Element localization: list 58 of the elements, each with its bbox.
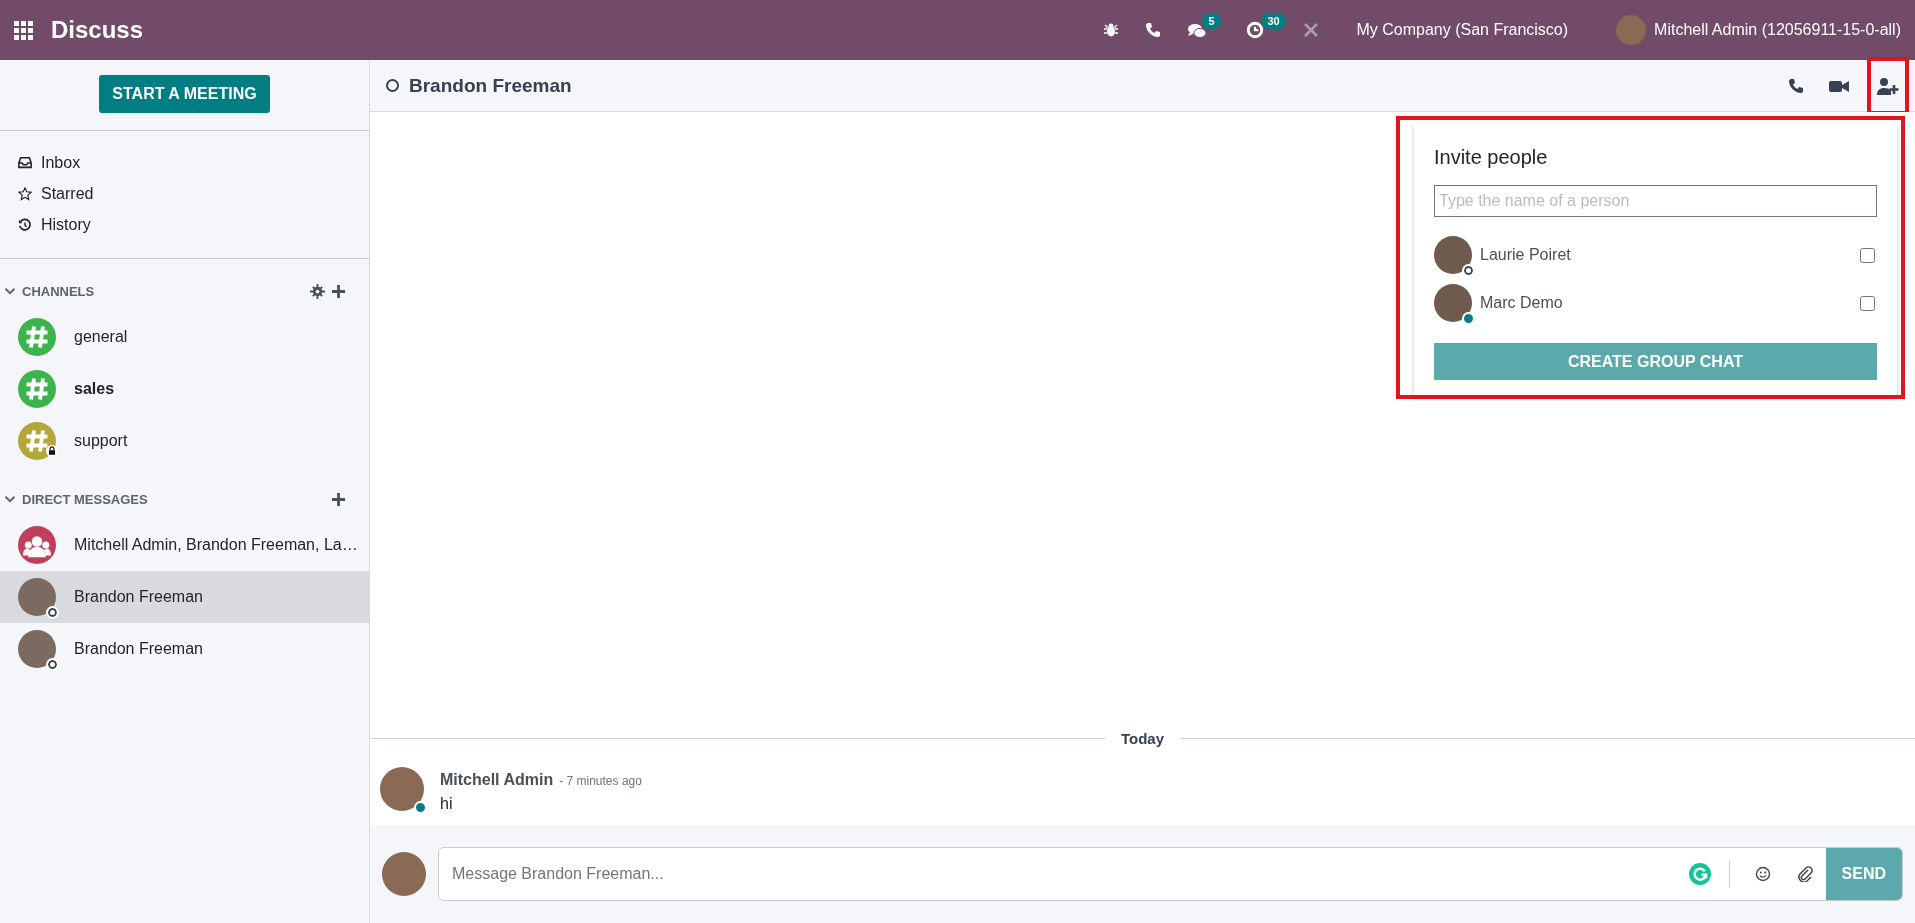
- select-checkbox[interactable]: [1860, 295, 1875, 311]
- company-switcher[interactable]: My Company (San Francisco): [1356, 21, 1569, 39]
- message-text: hi: [440, 795, 454, 813]
- systray-item[interactable]: 5: [1174, 0, 1234, 60]
- lock-icon: [46, 445, 58, 457]
- person-avatar: [1434, 236, 1472, 274]
- chat-list-item[interactable]: Brandon Freeman: [0, 623, 369, 675]
- systray-item[interactable]: 30: [1233, 0, 1291, 60]
- settings-button[interactable]: [307, 283, 328, 299]
- author-avatar: [382, 852, 426, 896]
- phone-icon: [1145, 22, 1162, 38]
- message-author: Mitchell Admin: [440, 771, 554, 789]
- hash-icon: [25, 325, 49, 349]
- clock-icon: [1246, 21, 1265, 39]
- popover-title: Invite people: [1434, 146, 1549, 169]
- count-badge: 30: [1261, 13, 1286, 29]
- mailbox-link[interactable]: Starred: [41, 184, 94, 203]
- chat-list-item[interactable]: Mitchell Admin, Brandon Freeman, La…: [0, 519, 369, 571]
- history-icon: [18, 217, 32, 232]
- channel-name[interactable]: general: [74, 328, 128, 346]
- person-name: Laurie Poiret: [1480, 246, 1572, 264]
- chevron-icon: [4, 285, 16, 297]
- hash-icon: [25, 377, 49, 401]
- person-name: Marc Demo: [1480, 294, 1564, 312]
- count-badge: 5: [1202, 13, 1221, 29]
- user-menu[interactable]: Mitchell Admin (12056911-15-0-all): [1654, 21, 1901, 39]
- plus-icon: [331, 491, 346, 507]
- bug-icon: [1103, 22, 1120, 38]
- smiley-icon: [1754, 866, 1771, 882]
- app-title: Discuss: [51, 16, 144, 44]
- thread-title: Brandon Freeman: [409, 74, 573, 97]
- mailbox-link[interactable]: History: [41, 215, 91, 234]
- message-time: - 7 minutes ago: [559, 774, 642, 788]
- person-avatar: [1434, 284, 1472, 322]
- select-checkbox[interactable]: [1860, 247, 1875, 263]
- category-title[interactable]: CHANNELS: [22, 283, 307, 299]
- tools-icon: [1303, 22, 1320, 38]
- gear-icon: [310, 283, 325, 299]
- mailbox-link[interactable]: Inbox: [41, 153, 81, 172]
- author-avatar: [380, 767, 424, 811]
- date-separator: Today: [1120, 730, 1165, 747]
- channel-name[interactable]: sales: [74, 380, 115, 398]
- category-title[interactable]: DIRECT MESSAGES: [22, 491, 328, 507]
- hash-icon: [25, 429, 49, 453]
- search-people-field[interactable]: Type the name of a person: [1434, 185, 1877, 217]
- plus-icon: [331, 283, 346, 299]
- app-grid-icon[interactable]: [14, 20, 33, 40]
- phone-icon: [1788, 77, 1804, 94]
- person-avatar: [18, 630, 56, 668]
- channel-name[interactable]: support: [74, 432, 128, 450]
- chevron-icon: [4, 493, 16, 505]
- star-icon: [18, 186, 32, 201]
- chat-list-item[interactable]: Brandon Freeman: [0, 571, 369, 623]
- inbox-icon: [18, 155, 32, 170]
- refresh-badge-icon: [1688, 863, 1711, 885]
- start-meeting-button[interactable]: START A MEETING: [99, 75, 270, 113]
- person-avatar: [18, 578, 56, 616]
- paperclip-icon: [1796, 866, 1813, 882]
